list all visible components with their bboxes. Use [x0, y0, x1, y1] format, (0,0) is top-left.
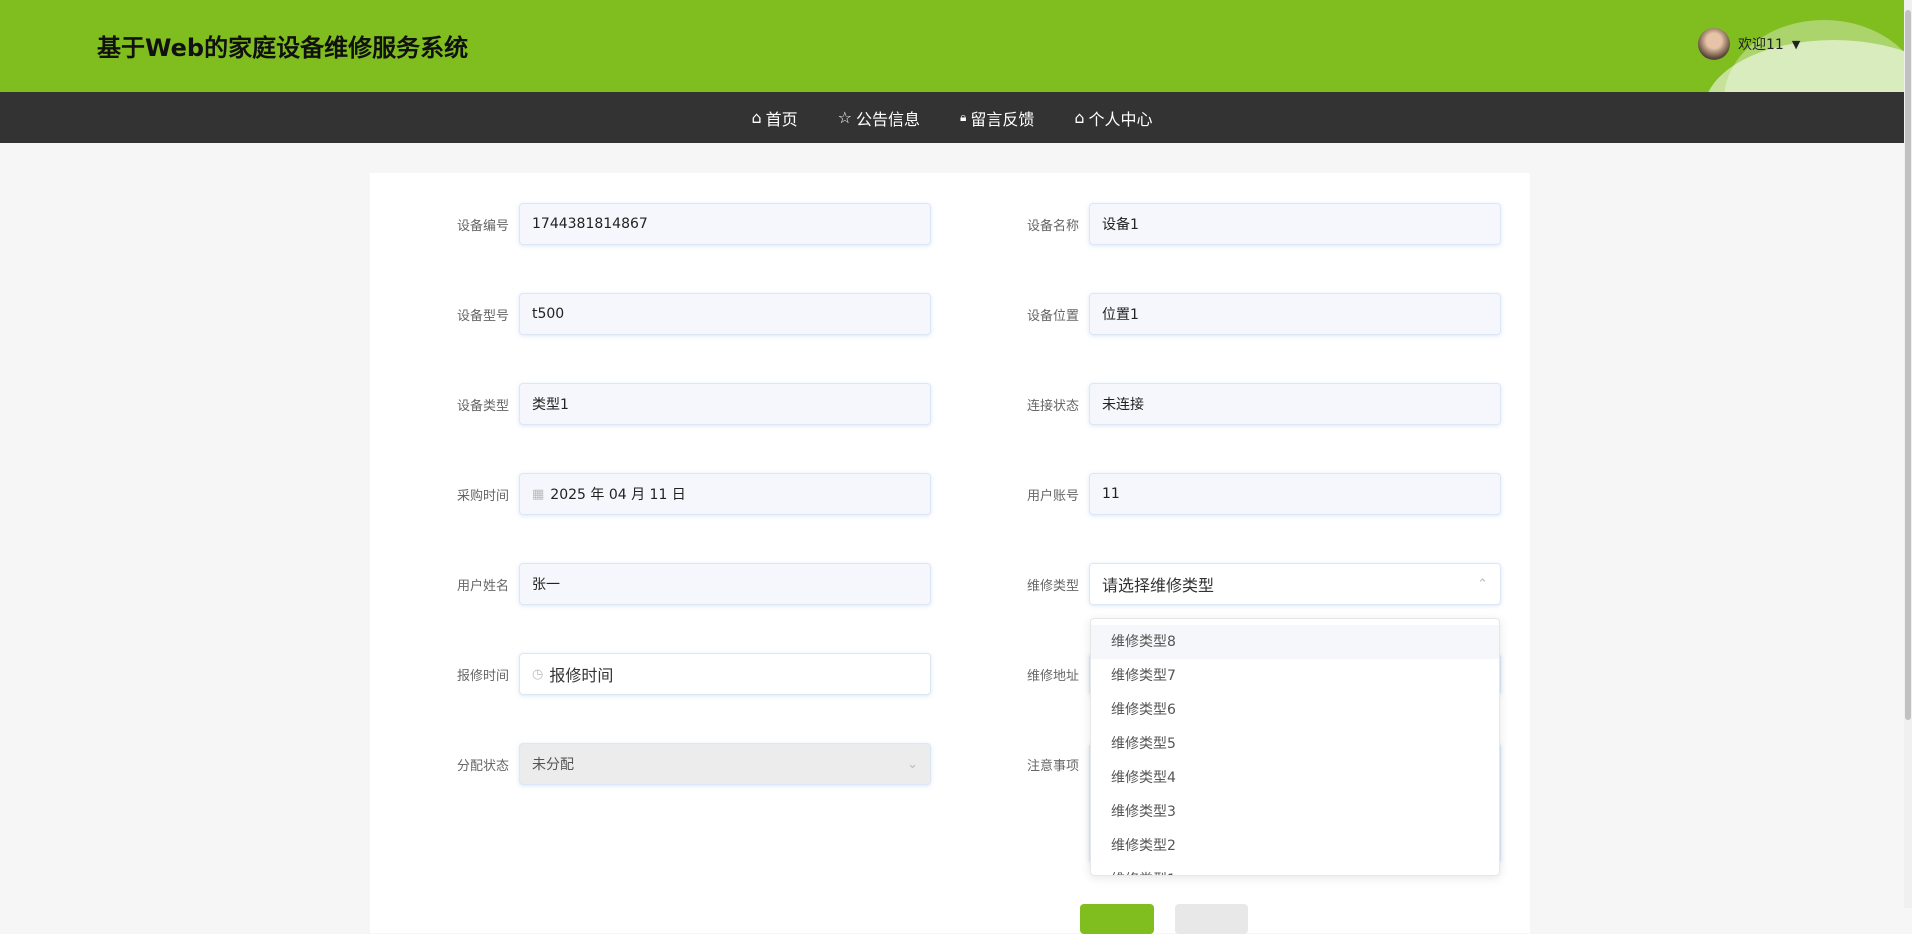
field-value: 位置1 [1102, 307, 1139, 323]
dropdown-option[interactable]: 维修类型2 [1091, 829, 1499, 863]
main-nav: ⌂ 首页 ☆ 公告信息 🔒︎ 留言反馈 ⌂ 个人中心 [0, 92, 1904, 143]
nav-home[interactable]: ⌂ 首页 [751, 106, 797, 130]
field-value: 未分配 [532, 757, 574, 773]
device-type-input[interactable]: 类型1 [519, 383, 931, 425]
field-label: 设备类型 [456, 398, 509, 414]
chevron-up-icon: ⌃ [1477, 576, 1488, 592]
field-device-name: 设备名称 设备1 [949, 203, 1501, 245]
field-label: 用户姓名 [456, 578, 509, 594]
field-device-no: 设备编号 1744381814867 [379, 203, 931, 245]
site-title: 基于Web的家庭设备维修服务系统 [97, 34, 469, 62]
field-purchase-date: 采购时间 ▦ 2025 年 04 月 11 日 [379, 473, 931, 515]
field-value: 11 [1102, 486, 1120, 502]
lock-icon: 🔒︎ [959, 110, 967, 124]
star-icon: ☆ [837, 108, 852, 127]
calendar-icon: ▦ [532, 486, 545, 502]
field-label: 分配状态 [456, 758, 509, 774]
field-label: 设备位置 [1026, 308, 1079, 324]
nav-label: 留言反馈 [970, 109, 1035, 129]
field-label: 连接状态 [1026, 398, 1079, 414]
assign-status-select[interactable]: 未分配 ⌄ [519, 743, 931, 785]
nav-label: 首页 [765, 109, 798, 129]
user-name-input[interactable]: 张一 [519, 563, 931, 605]
field-user-account: 用户账号 11 [949, 473, 1501, 515]
clock-icon: ◷ [532, 666, 544, 682]
caret-down-icon[interactable]: ▼ [1792, 38, 1800, 51]
scrollbar-thumb[interactable] [1905, 10, 1911, 720]
user-menu[interactable]: 欢迎11 ▼ [1698, 28, 1800, 60]
device-name-input[interactable]: 设备1 [1089, 203, 1501, 245]
home-icon: ⌂ [1074, 108, 1085, 127]
device-no-input[interactable]: 1744381814867 [519, 203, 931, 245]
repair-type-select[interactable]: 请选择维修类型 ⌃ [1089, 563, 1501, 605]
field-value: t500 [532, 306, 565, 322]
dropdown-option[interactable]: 维修类型4 [1091, 761, 1499, 795]
placeholder: 报修时间 [549, 666, 614, 685]
dropdown-option[interactable]: 维修类型8 [1091, 625, 1499, 659]
repair-type-dropdown: 维修类型8 维修类型7 维修类型6 维修类型5 维修类型4 维修类型3 维修类型… [1090, 618, 1500, 876]
report-time-input[interactable]: ◷ 报修时间 [519, 653, 931, 695]
field-value: 设备1 [1102, 217, 1139, 233]
field-connection-status: 连接状态 未连接 [949, 383, 1501, 425]
field-label: 用户账号 [1026, 488, 1079, 504]
placeholder: 请选择维修类型 [1102, 576, 1215, 595]
field-value: 1744381814867 [532, 216, 648, 232]
field-user-name: 用户姓名 张一 [379, 563, 931, 605]
field-label: 报修时间 [456, 668, 509, 684]
field-report-time: 报修时间 ◷ 报修时间 [379, 653, 931, 695]
dropdown-option[interactable]: 维修类型3 [1091, 795, 1499, 829]
field-value: 类型1 [532, 397, 569, 413]
field-label: 注意事项 [1026, 759, 1079, 774]
dropdown-option[interactable]: 维修类型7 [1091, 659, 1499, 693]
nav-announcements[interactable]: ☆ 公告信息 [838, 106, 920, 130]
nav-label: 公告信息 [855, 109, 920, 129]
nav-profile[interactable]: ⌂ 个人中心 [1074, 106, 1152, 130]
welcome-text[interactable]: 欢迎11 [1738, 34, 1784, 54]
field-label: 设备编号 [456, 218, 509, 234]
chevron-down-icon: ⌄ [907, 756, 918, 772]
nav-feedback[interactable]: 🔒︎ 留言反馈 [960, 106, 1034, 130]
home-icon: ⌂ [751, 108, 762, 127]
device-model-input[interactable]: t500 [519, 293, 931, 335]
nav-label: 个人中心 [1088, 109, 1153, 129]
connection-status-input[interactable]: 未连接 [1089, 383, 1501, 425]
dropdown-option[interactable]: 维修类型6 [1091, 693, 1499, 727]
scrollbar[interactable] [1904, 0, 1912, 908]
user-account-input[interactable]: 11 [1089, 473, 1501, 515]
field-device-location: 设备位置 位置1 [949, 293, 1501, 335]
device-location-input[interactable]: 位置1 [1089, 293, 1501, 335]
dropdown-option[interactable]: 维修类型1 [1091, 863, 1499, 875]
header: 基于Web的家庭设备维修服务系统 欢迎11 ▼ [0, 0, 1904, 92]
submit-button[interactable] [1080, 904, 1154, 934]
field-value: 未连接 [1102, 397, 1144, 413]
field-label: 采购时间 [456, 488, 509, 504]
field-label: 维修地址 [1026, 668, 1079, 684]
field-label: 设备名称 [1026, 218, 1079, 234]
field-device-type: 设备类型 类型1 [379, 383, 931, 425]
field-label: 设备型号 [456, 308, 509, 324]
cancel-button[interactable] [1175, 904, 1248, 934]
field-label: 维修类型 [1026, 578, 1079, 594]
field-value: 2025 年 04 月 11 日 [550, 487, 686, 503]
field-value: 张一 [532, 577, 560, 593]
field-assign-status: 分配状态 未分配 ⌄ [379, 743, 931, 785]
avatar[interactable] [1698, 28, 1730, 60]
field-repair-type: 维修类型 请选择维修类型 ⌃ [949, 563, 1501, 605]
dropdown-option[interactable]: 维修类型5 [1091, 727, 1499, 761]
field-device-model: 设备型号 t500 [379, 293, 931, 335]
purchase-date-input[interactable]: ▦ 2025 年 04 月 11 日 [519, 473, 931, 515]
